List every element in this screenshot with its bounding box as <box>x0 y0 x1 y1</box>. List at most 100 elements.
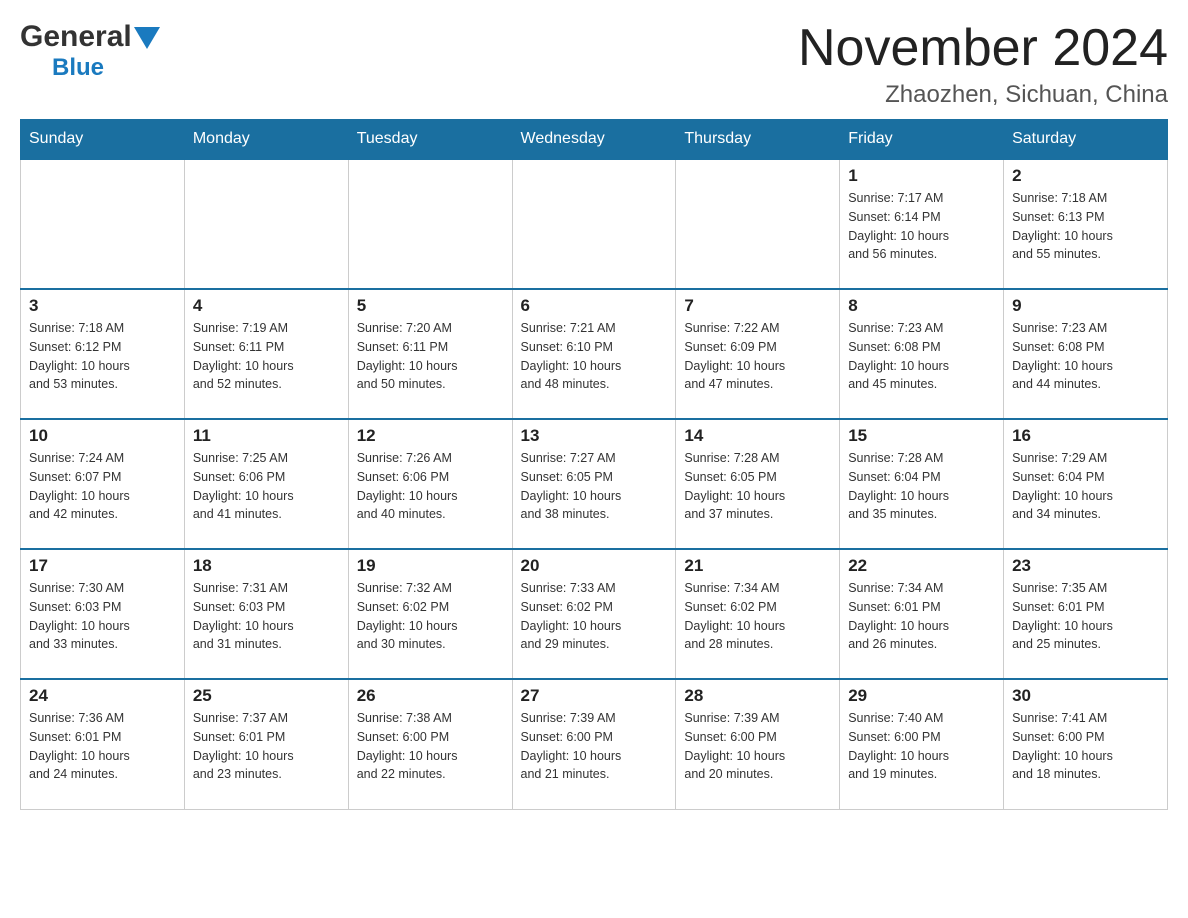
day-number: 25 <box>193 686 340 706</box>
calendar-cell: 18 Sunrise: 7:31 AMSunset: 6:03 PMDayligh… <box>184 549 348 679</box>
day-number: 10 <box>29 426 176 446</box>
day-info: Sunrise: 7:35 AMSunset: 6:01 PMDaylight:… <box>1012 579 1159 654</box>
calendar-cell: 17 Sunrise: 7:30 AMSunset: 6:03 PMDayligh… <box>21 549 185 679</box>
day-number: 5 <box>357 296 504 316</box>
day-number: 18 <box>193 556 340 576</box>
calendar-cell: 7Sunrise: 7:22 AMSunset: 6:09 PMDaylight… <box>676 289 840 419</box>
calendar-week-5: 24Sunrise: 7:36 AMSunset: 6:01 PMDayligh… <box>21 679 1168 809</box>
logo-icon: General <box>20 20 160 54</box>
calendar-cell <box>512 159 676 289</box>
calendar-cell: 26Sunrise: 7:38 AMSunset: 6:00 PMDayligh… <box>348 679 512 809</box>
day-number: 1 <box>848 166 995 186</box>
calendar-cell <box>184 159 348 289</box>
calendar-cell: 12 Sunrise: 7:26 AMSunset: 6:06 PMDayligh… <box>348 419 512 549</box>
day-info: Sunrise: 7:18 AMSunset: 6:12 PMDaylight:… <box>29 319 176 394</box>
calendar-cell: 10 Sunrise: 7:24 AMSunset: 6:07 PMDayligh… <box>21 419 185 549</box>
day-number: 6 <box>521 296 668 316</box>
calendar-header-row: SundayMondayTuesdayWednesdayThursdayFrid… <box>21 120 1168 160</box>
calendar-cell: 13Sunrise: 7:27 AMSunset: 6:05 PMDayligh… <box>512 419 676 549</box>
calendar-cell: 4 Sunrise: 7:19 AMSunset: 6:11 PMDaylight… <box>184 289 348 419</box>
calendar-cell: 21 Sunrise: 7:34 AMSunset: 6:02 PMDayligh… <box>676 549 840 679</box>
day-number: 30 <box>1012 686 1159 706</box>
day-info: Sunrise: 7:30 AMSunset: 6:03 PMDaylight:… <box>29 579 176 654</box>
day-number: 19 <box>357 556 504 576</box>
calendar-cell: 14 Sunrise: 7:28 AMSunset: 6:05 PMDayligh… <box>676 419 840 549</box>
calendar-cell <box>21 159 185 289</box>
day-number: 26 <box>357 686 504 706</box>
day-info: Sunrise: 7:19 AMSunset: 6:11 PMDaylight:… <box>193 319 340 394</box>
calendar-cell: 2 Sunrise: 7:18 AMSunset: 6:13 PMDaylight… <box>1004 159 1168 289</box>
day-info: Sunrise: 7:26 AMSunset: 6:06 PMDaylight:… <box>357 449 504 524</box>
day-number: 17 <box>29 556 176 576</box>
day-number: 23 <box>1012 556 1159 576</box>
day-info: Sunrise: 7:20 AMSunset: 6:11 PMDaylight:… <box>357 319 504 394</box>
page-header: General Blue November 2024 Zhaozhen, Sic… <box>20 20 1168 109</box>
calendar-header-wednesday: Wednesday <box>512 120 676 160</box>
day-number: 20 <box>521 556 668 576</box>
day-info: Sunrise: 7:23 AMSunset: 6:08 PMDaylight:… <box>1012 319 1159 394</box>
day-info: Sunrise: 7:37 AMSunset: 6:01 PMDaylight:… <box>193 709 340 784</box>
calendar-table: SundayMondayTuesdayWednesdayThursdayFrid… <box>20 119 1168 810</box>
day-number: 4 <box>193 296 340 316</box>
day-info: Sunrise: 7:39 AMSunset: 6:00 PMDaylight:… <box>521 709 668 784</box>
day-info: Sunrise: 7:36 AMSunset: 6:01 PMDaylight:… <box>29 709 176 784</box>
calendar-cell: 1 Sunrise: 7:17 AMSunset: 6:14 PMDaylight… <box>840 159 1004 289</box>
calendar-cell: 6 Sunrise: 7:21 AMSunset: 6:10 PMDaylight… <box>512 289 676 419</box>
day-info: Sunrise: 7:17 AMSunset: 6:14 PMDaylight:… <box>848 189 995 264</box>
calendar-cell: 28 Sunrise: 7:39 AMSunset: 6:00 PMDayligh… <box>676 679 840 809</box>
day-number: 16 <box>1012 426 1159 446</box>
logo-arrow-icon <box>134 27 160 49</box>
day-number: 22 <box>848 556 995 576</box>
day-number: 29 <box>848 686 995 706</box>
day-number: 9 <box>1012 296 1159 316</box>
day-info: Sunrise: 7:24 AMSunset: 6:07 PMDaylight:… <box>29 449 176 524</box>
day-info: Sunrise: 7:18 AMSunset: 6:13 PMDaylight:… <box>1012 189 1159 264</box>
location: Zhaozhen, Sichuan, China <box>798 81 1168 109</box>
title-block: November 2024 Zhaozhen, Sichuan, China <box>798 20 1168 109</box>
calendar-cell: 9 Sunrise: 7:23 AMSunset: 6:08 PMDaylight… <box>1004 289 1168 419</box>
calendar-cell: 30Sunrise: 7:41 AMSunset: 6:00 PMDayligh… <box>1004 679 1168 809</box>
calendar-cell: 8 Sunrise: 7:23 AMSunset: 6:08 PMDaylight… <box>840 289 1004 419</box>
day-info: Sunrise: 7:40 AMSunset: 6:00 PMDaylight:… <box>848 709 995 784</box>
calendar-cell: 5 Sunrise: 7:20 AMSunset: 6:11 PMDaylight… <box>348 289 512 419</box>
calendar-cell: 11Sunrise: 7:25 AMSunset: 6:06 PMDayligh… <box>184 419 348 549</box>
calendar-cell: 25 Sunrise: 7:37 AMSunset: 6:01 PMDayligh… <box>184 679 348 809</box>
day-info: Sunrise: 7:23 AMSunset: 6:08 PMDaylight:… <box>848 319 995 394</box>
day-number: 21 <box>684 556 831 576</box>
calendar-header-thursday: Thursday <box>676 120 840 160</box>
day-info: Sunrise: 7:39 AMSunset: 6:00 PMDaylight:… <box>684 709 831 784</box>
calendar-cell <box>676 159 840 289</box>
day-info: Sunrise: 7:28 AMSunset: 6:05 PMDaylight:… <box>684 449 831 524</box>
day-number: 8 <box>848 296 995 316</box>
calendar-cell: 23 Sunrise: 7:35 AMSunset: 6:01 PMDayligh… <box>1004 549 1168 679</box>
logo-general-text: General <box>20 20 132 54</box>
day-number: 12 <box>357 426 504 446</box>
calendar-cell: 16 Sunrise: 7:29 AMSunset: 6:04 PMDayligh… <box>1004 419 1168 549</box>
logo-blue-text: Blue <box>52 54 104 82</box>
day-number: 28 <box>684 686 831 706</box>
calendar-cell: 3 Sunrise: 7:18 AMSunset: 6:12 PMDaylight… <box>21 289 185 419</box>
calendar-cell: 27 Sunrise: 7:39 AMSunset: 6:00 PMDayligh… <box>512 679 676 809</box>
day-number: 15 <box>848 426 995 446</box>
day-info: Sunrise: 7:21 AMSunset: 6:10 PMDaylight:… <box>521 319 668 394</box>
day-number: 3 <box>29 296 176 316</box>
calendar-cell: 22Sunrise: 7:34 AMSunset: 6:01 PMDayligh… <box>840 549 1004 679</box>
calendar-week-2: 3 Sunrise: 7:18 AMSunset: 6:12 PMDaylight… <box>21 289 1168 419</box>
day-number: 2 <box>1012 166 1159 186</box>
day-info: Sunrise: 7:22 AMSunset: 6:09 PMDaylight:… <box>684 319 831 394</box>
day-number: 11 <box>193 426 340 446</box>
day-number: 14 <box>684 426 831 446</box>
day-info: Sunrise: 7:31 AMSunset: 6:03 PMDaylight:… <box>193 579 340 654</box>
day-info: Sunrise: 7:28 AMSunset: 6:04 PMDaylight:… <box>848 449 995 524</box>
day-number: 27 <box>521 686 668 706</box>
calendar-week-1: 1 Sunrise: 7:17 AMSunset: 6:14 PMDaylight… <box>21 159 1168 289</box>
calendar-header-tuesday: Tuesday <box>348 120 512 160</box>
calendar-header-sunday: Sunday <box>21 120 185 160</box>
calendar-week-3: 10 Sunrise: 7:24 AMSunset: 6:07 PMDayligh… <box>21 419 1168 549</box>
day-info: Sunrise: 7:29 AMSunset: 6:04 PMDaylight:… <box>1012 449 1159 524</box>
day-info: Sunrise: 7:27 AMSunset: 6:05 PMDaylight:… <box>521 449 668 524</box>
day-info: Sunrise: 7:34 AMSunset: 6:02 PMDaylight:… <box>684 579 831 654</box>
calendar-cell: 15 Sunrise: 7:28 AMSunset: 6:04 PMDayligh… <box>840 419 1004 549</box>
calendar-cell: 24Sunrise: 7:36 AMSunset: 6:01 PMDayligh… <box>21 679 185 809</box>
calendar-cell: 20Sunrise: 7:33 AMSunset: 6:02 PMDayligh… <box>512 549 676 679</box>
